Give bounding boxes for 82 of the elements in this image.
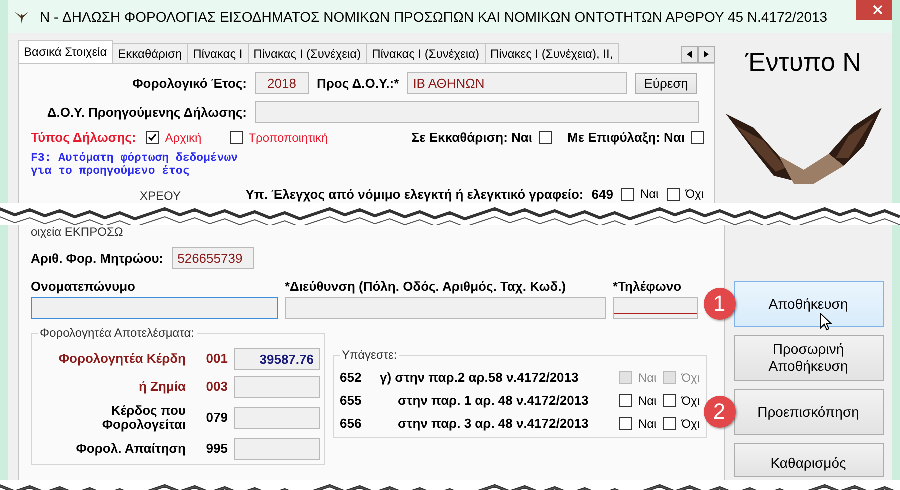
checkbox-label: Ναι: [638, 370, 657, 384]
text-field[interactable]: [31, 297, 278, 319]
field-label: στην παρ. 3 αρ. 48 ν.4172/2013: [397, 416, 590, 431]
tab[interactable]: Πίνακας Ι (Συνέχεια): [366, 43, 486, 63]
field-label: γ) στην παρ.2 αρ.58 ν.4172/2013: [380, 370, 580, 385]
field-label: *Διεύθυνση (Πόλη. Οδός. Αριθμός. Ταχ. Κωδ.): [285, 279, 568, 294]
amount-field[interactable]: [234, 376, 320, 398]
field-label: Αριθ. Φορ. Μητρώου:: [31, 250, 164, 266]
tab[interactable]: Εκκαθάριση: [112, 43, 188, 63]
text-field[interactable]: [613, 297, 698, 319]
amount-field[interactable]: [234, 438, 320, 460]
field-label: Φορολογητέα Κέρδη: [58, 352, 186, 366]
checkbox-label: Με Επιφύλαξη: Ναι: [568, 130, 685, 145]
tax-id-field[interactable]: 526655739: [172, 247, 254, 269]
code-label: 649: [592, 186, 614, 202]
tab[interactable]: Πίνακας Ι (Συνέχεια): [248, 43, 368, 63]
field-label: ή Ζημία: [138, 380, 186, 394]
field-label: *Τηλέφωνο: [613, 279, 683, 294]
code-label: 079: [205, 411, 228, 425]
checkbox[interactable]: [621, 188, 634, 200]
checkbox-label: Ναι: [640, 187, 659, 201]
action-button[interactable]: Αποθήκευση: [734, 281, 884, 327]
mouse-pointer-icon: [820, 313, 832, 331]
caret-left-icon: [687, 51, 692, 58]
code-label: 656: [340, 416, 363, 431]
search-button[interactable]: Εύρεση: [635, 72, 698, 94]
field-label: Δ.Ο.Υ. Προηγούμενης Δήλωσης:: [46, 104, 247, 120]
field-label: Φορολ. Απαίτηση: [75, 442, 186, 456]
group-legend: Υπάγεστε:: [340, 348, 400, 362]
group-legend: οιχεία ΕΚΠΡΟΣΩ: [31, 225, 714, 239]
group-legend: ΧΡΕΟΥ: [31, 185, 181, 203]
checkbox[interactable]: [619, 394, 632, 407]
code-label: 652: [340, 370, 363, 385]
amount-field[interactable]: 39587.76: [234, 348, 320, 370]
field-label: Προς Δ.Ο.Υ.:*: [317, 76, 400, 90]
field-label: Ονοματεπώνυμο: [31, 279, 136, 294]
group-legend: Φορολογητέα Αποτελέσματα:: [38, 326, 197, 340]
tab[interactable]: Βασικά Στοιχεία: [18, 40, 114, 63]
checkbox[interactable]: [662, 394, 676, 407]
scroll-right-button[interactable]: [698, 46, 715, 63]
text-field[interactable]: [285, 297, 606, 319]
field-label: Τύπος Δήλωσης:: [31, 130, 136, 145]
code-label: 003: [205, 380, 228, 394]
checkbox-label: Σε Εκκαθάριση: Ναι: [412, 130, 533, 145]
code-label: 001: [205, 352, 228, 366]
action-button[interactable]: Προσωρινή Αποθήκευση: [734, 335, 884, 381]
field-label: Υπ. Έλεγχος από νόμιμο ελεγκτή ή ελεγκτικό γραφείο:: [246, 186, 584, 202]
close-icon: [873, 5, 883, 15]
field-label: Κέρδος που Φορολογείται: [101, 404, 186, 432]
tax-office-field[interactable]: ΙΒ ΑΘΗΝΩΝ: [407, 72, 628, 94]
checkbox[interactable]: [666, 188, 680, 200]
checkbox[interactable]: [662, 417, 676, 430]
action-button[interactable]: Καθαρισμός: [734, 443, 884, 477]
checkbox-label: Όχι: [682, 416, 700, 430]
scroll-left-button[interactable]: [681, 46, 698, 63]
action-button[interactable]: Προεπισκόπηση: [734, 389, 884, 435]
checkbox-label: Όχι: [682, 370, 700, 384]
field-label: Φορολογικό Έτος:: [132, 76, 247, 90]
amount-field[interactable]: [234, 407, 320, 429]
checkbox-label: Όχι: [682, 394, 700, 408]
tab[interactable]: Πίνακες Ι (Συνέχεια), ΙΙ,: [484, 43, 620, 63]
form-title: Έντυπο Ν: [746, 47, 862, 78]
caret-right-icon: [704, 51, 709, 58]
tab[interactable]: Πίνακας Ι: [187, 43, 249, 63]
checkbox-label: Όχι: [686, 187, 704, 201]
checkbox[interactable]: [691, 131, 704, 144]
previous-office-field[interactable]: [255, 101, 699, 123]
checkbox-label: Ναι: [638, 416, 657, 430]
hint-text: F3: Αυτόματη φόρτωση δεδομένων για το προηγούμενο έτος: [31, 152, 240, 178]
checkbox[interactable]: [538, 131, 552, 144]
close-button[interactable]: [856, 0, 892, 20]
field-label: στην παρ. 1 αρ. 48 ν.4172/2013: [397, 393, 590, 408]
checkbox-label: Ναι: [638, 394, 657, 408]
window-title: N - ΔΗΛΩΣΗ ΦΟΡΟΛΟΓΙΑΣ ΕΙΣΟΔΗΜΑΤΟΣ ΝΟΜΙΚΩΝ ΠΡΟΣΩΠΩΝ ΚΑΙ ΝΟΜΙΚΩΝ ΟΝΤΟΤΗΤΩΝ ΑΡΘΡΟΥ 45 Ν.4172/2013: [40, 8, 828, 24]
code-label: 655: [340, 393, 363, 408]
checkbox-label: Τροποποιητική: [248, 130, 328, 144]
checkbox-label: Αρχική: [165, 130, 202, 144]
checkbox[interactable]: [146, 131, 160, 144]
code-label: 995: [205, 442, 228, 456]
checkbox[interactable]: [230, 131, 243, 144]
checkbox[interactable]: [619, 417, 632, 430]
year-field[interactable]: 2018: [255, 72, 309, 94]
